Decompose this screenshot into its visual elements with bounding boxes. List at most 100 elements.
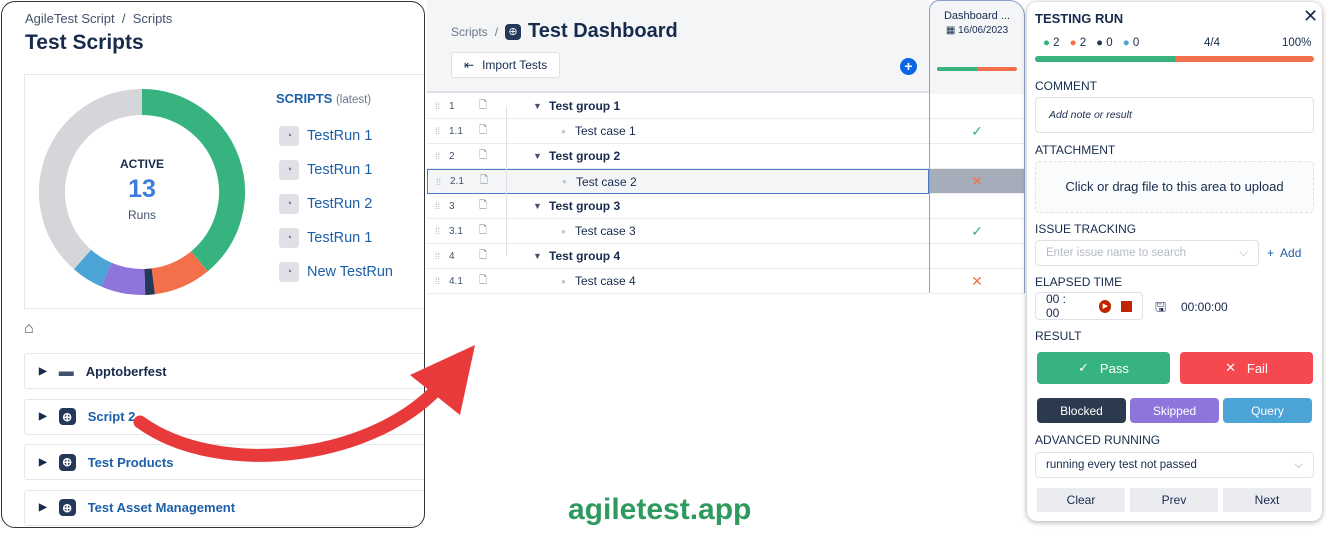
pie-chart-icon: ◔	[279, 262, 299, 282]
test-group-row[interactable]: ⁞⁞ 4 🗋 ▼ Test group 4	[427, 244, 929, 269]
document-icon: 🗋	[480, 175, 489, 186]
comment-input[interactable]: Add note or result	[1035, 97, 1314, 133]
drag-handle-icon[interactable]: ⁞⁞	[435, 251, 449, 261]
caret-right-icon[interactable]: ▶	[39, 502, 47, 513]
issue-search-input[interactable]: Enter issue name to search ⌵	[1035, 240, 1259, 266]
elapsed-time-label: ELAPSED TIME	[1035, 275, 1123, 289]
check-icon: ✓	[971, 222, 983, 239]
skipped-button[interactable]: Skipped	[1130, 398, 1219, 423]
caret-down-icon[interactable]: ▼	[533, 101, 549, 111]
panel-title: TESTING RUN	[1035, 11, 1124, 26]
prev-button[interactable]: Prev	[1130, 488, 1218, 512]
run-date: 16/06/2023	[958, 25, 1009, 36]
close-icon[interactable]: ✕	[1303, 6, 1318, 27]
row-label: Test case 3	[575, 224, 636, 238]
caret-down-icon[interactable]: ▼	[533, 151, 549, 161]
recent-run-link[interactable]: ◔ New TestRun	[279, 255, 393, 289]
run-name: TestRun 2	[307, 196, 373, 212]
comment-label: COMMENT	[1035, 79, 1097, 93]
caret-down-icon[interactable]: ▼	[533, 201, 549, 211]
upload-dropzone[interactable]: Click or drag file to this area to uploa…	[1035, 161, 1314, 213]
recent-run-link[interactable]: ◔ TestRun 1	[279, 221, 393, 255]
stop-icon[interactable]	[1121, 300, 1132, 312]
import-tests-button[interactable]: ⇤ Import Tests	[451, 52, 561, 78]
result-cell[interactable]: ✕	[930, 169, 1024, 194]
next-button[interactable]: Next	[1223, 488, 1311, 512]
result-cell[interactable]	[930, 194, 1024, 219]
recent-runs-list: ◔ TestRun 1 ◔ TestRun 1 ◔ TestRun 2 ◔ TestRun 1…	[279, 119, 393, 289]
result-cell[interactable]: ✓	[930, 219, 1024, 244]
caret-right-icon[interactable]: ▶	[39, 366, 47, 377]
caret-right-icon[interactable]: ▶	[39, 411, 47, 422]
breadcrumb-scripts[interactable]: Scripts	[133, 11, 173, 26]
recent-run-link[interactable]: ◔ TestRun 1	[279, 153, 393, 187]
test-case-row[interactable]: ⁞⁞ 1.1 🗋 ● Test case 1	[427, 119, 929, 144]
script-icon: ⊕	[58, 408, 76, 425]
clear-button[interactable]: Clear	[1037, 488, 1125, 512]
dashboard-header: Scripts / ⊕ Test Dashboard ⇤ Import Tests…	[427, 0, 929, 93]
caret-right-icon[interactable]: ▶	[39, 457, 47, 468]
active-runs-count: 13	[128, 175, 156, 203]
play-icon[interactable]: ▶	[1099, 299, 1112, 313]
drag-handle-icon[interactable]: ⁞⁞	[435, 151, 449, 161]
issue-tracking-label: ISSUE TRACKING	[1035, 222, 1137, 236]
drag-handle-icon[interactable]: ⁞⁞	[435, 126, 449, 136]
status-dot-icon: ●	[1043, 37, 1050, 49]
blocked-button[interactable]: Blocked	[1037, 398, 1126, 423]
testing-run-panel: TESTING RUN ✕ ● 2 ● 2 ● 0 ● 0 4/4 100% COMM…	[1027, 2, 1322, 521]
test-group-row[interactable]: ⁞⁞ 1 🗋 ▼ Test group 1	[427, 94, 929, 119]
fail-button[interactable]: ✕ Fail	[1180, 352, 1313, 384]
add-test-button[interactable]: +	[900, 58, 917, 75]
folder-icon: ▬	[58, 362, 74, 380]
result-cell[interactable]: ✓	[930, 119, 1024, 144]
test-run-column[interactable]: Dashboard ... ▦ 16/06/2023 ✓ ✕ ✓ ✕	[929, 0, 1025, 294]
caret-down-icon[interactable]: ▼	[533, 251, 549, 261]
row-number: 2.1	[450, 176, 464, 187]
bullet-icon: ●	[561, 276, 566, 286]
breadcrumb-scripts-link[interactable]: Scripts	[451, 25, 488, 39]
status-count: ● 2	[1043, 37, 1060, 49]
row-number: 1.1	[449, 125, 463, 137]
fail-label: Fail	[1246, 360, 1268, 376]
row-label: Test case 1	[575, 124, 636, 138]
timer: 00 : 00 ▶	[1035, 292, 1143, 320]
pass-button[interactable]: ✓ Pass	[1037, 352, 1170, 384]
row-label: Test group 2	[549, 149, 621, 163]
test-group-row[interactable]: ⁞⁞ 2 🗋 ▼ Test group 2	[427, 144, 929, 169]
chevron-down-icon: ⌵	[1294, 459, 1303, 471]
result-cell[interactable]: ✕	[930, 269, 1024, 294]
drag-handle-icon[interactable]: ⁞⁞	[435, 201, 449, 211]
test-case-row[interactable]: ⁞⁞ 3.1 🗋 ● Test case 3	[427, 219, 929, 244]
count-value: 0	[1132, 37, 1140, 49]
test-case-row[interactable]: ⁞⁞ 2.1 🗋 ● Test case 2	[427, 169, 929, 194]
status-count: ● 0	[1096, 37, 1113, 49]
document-icon: 🗋	[479, 124, 488, 136]
result-cell[interactable]	[930, 244, 1024, 269]
recent-run-link[interactable]: ◔ TestRun 2	[279, 187, 393, 221]
run-name: TestRun 1	[307, 128, 373, 144]
breadcrumb-agiletest-script[interactable]: AgileTest Script	[25, 11, 115, 26]
x-icon: ✕	[1225, 360, 1237, 375]
query-button[interactable]: Query	[1223, 398, 1312, 423]
add-issue-button[interactable]: + Add	[1267, 246, 1301, 260]
advanced-running-select[interactable]: running every test not passed ⌵	[1035, 452, 1314, 478]
script-icon: ⊕	[58, 499, 76, 516]
result-cell[interactable]	[930, 94, 1024, 119]
add-issue-label: Add	[1280, 246, 1302, 260]
home-icon[interactable]: ⌂	[24, 320, 34, 338]
issue-search-placeholder: Enter issue name to search	[1046, 247, 1186, 259]
document-icon: 🗋	[479, 249, 488, 261]
arrow-annotation	[133, 345, 475, 462]
recent-run-link[interactable]: ◔ TestRun 1	[279, 119, 393, 153]
test-case-row[interactable]: ⁞⁞ 4.1 🗋 ● Test case 4	[427, 269, 929, 294]
result-cell[interactable]	[930, 144, 1024, 169]
test-dashboard: Scripts / ⊕ Test Dashboard ⇤ Import Tests…	[427, 0, 929, 537]
drag-handle-icon[interactable]: ⁞⁞	[435, 101, 449, 111]
test-group-row[interactable]: ⁞⁞ 3 🗋 ▼ Test group 3	[427, 194, 929, 219]
count-value: 2	[1079, 37, 1087, 49]
drag-handle-icon[interactable]: ⁞⁞	[435, 276, 449, 286]
check-icon: ✓	[1078, 360, 1090, 375]
save-icon[interactable]: 🖫	[1155, 298, 1166, 320]
drag-handle-icon[interactable]: ⁞⁞	[435, 226, 449, 236]
drag-handle-icon[interactable]: ⁞⁞	[436, 177, 450, 187]
